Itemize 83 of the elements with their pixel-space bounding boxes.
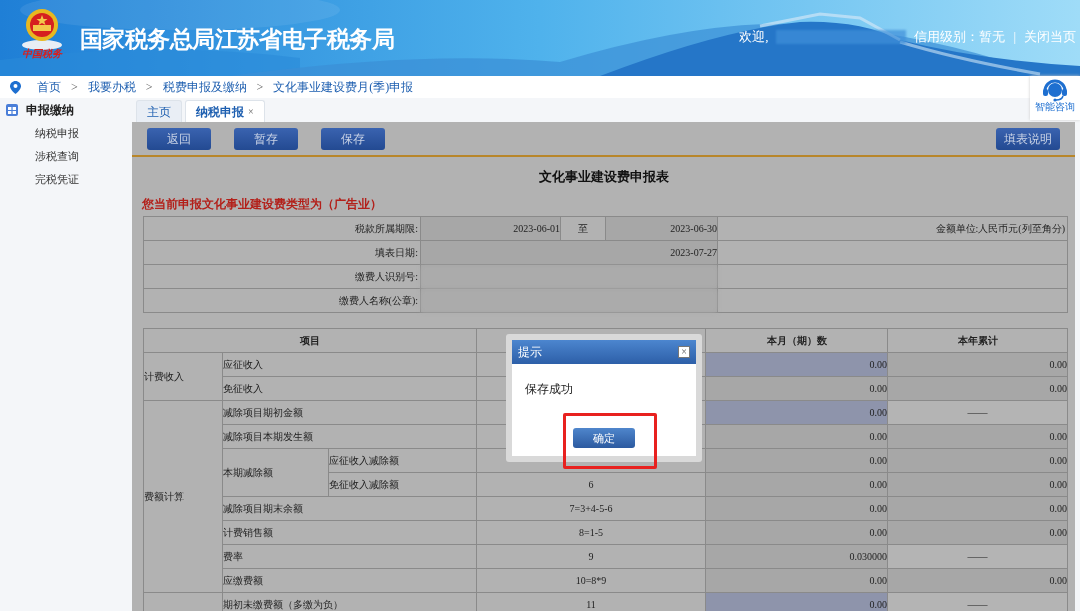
- sidebar-item[interactable]: 涉税查询: [0, 148, 132, 164]
- tab[interactable]: 主页: [136, 100, 182, 122]
- table-cell: 填表日期:: [143, 240, 421, 265]
- sidebar-item[interactable]: 纳税申报: [0, 125, 132, 141]
- notice-text: 您当前申报文化事业建设费类型为（广告业）: [142, 196, 383, 211]
- headset-icon[interactable]: [1042, 78, 1068, 102]
- table-cell: 0.030000: [705, 544, 888, 569]
- tab[interactable]: 纳税申报 ×: [185, 100, 265, 122]
- table-cell: 0.00: [705, 568, 888, 593]
- input-field[interactable]: 0.00: [705, 400, 888, 425]
- breadcrumb-link[interactable]: 我要办税: [87, 78, 136, 96]
- table-cell: 减除项目期初金额: [222, 400, 477, 425]
- table-cell: 7=3+4-5-6: [476, 496, 706, 521]
- logo-text: 中国税务: [22, 49, 62, 59]
- table-cell: 0.00: [705, 472, 888, 497]
- instructions-button[interactable]: 填表说明: [996, 127, 1060, 150]
- credit-level: 信用级别：暂无: [914, 28, 1006, 46]
- table-cell: 金额单位:人民币元(列至角分): [717, 216, 1068, 241]
- table-cell: 9: [476, 544, 706, 569]
- table-cell: 计费销售额: [222, 520, 477, 545]
- input-field[interactable]: 2023-07-27: [420, 240, 718, 265]
- sidebar-item[interactable]: 完税凭证: [0, 171, 132, 187]
- table-cell: 减除项目期末余额: [222, 496, 477, 521]
- breadcrumb-link[interactable]: 税费申报及缴纳: [162, 78, 247, 96]
- column-header: 项目: [143, 328, 477, 353]
- table-cell: 本期减除额: [222, 448, 329, 497]
- column-header: 本年累计: [887, 328, 1068, 353]
- table-cell: 应缴费额: [222, 568, 477, 593]
- table-cell: 8=1-5: [476, 520, 706, 545]
- separator: |: [1013, 28, 1016, 46]
- close-button[interactable]: ×: [678, 346, 690, 358]
- table-cell: 0.00: [887, 352, 1068, 377]
- table-cell: 缴费人名称(公章):: [143, 288, 421, 313]
- table-cell: 费额计算: [143, 400, 223, 593]
- input-field[interactable]: 2023-06-01: [420, 216, 561, 241]
- table-cell: 减除项目本期发生额: [222, 424, 477, 449]
- breadcrumb-link[interactable]: 文化事业建设费月(季)申报: [273, 78, 414, 96]
- table-cell: 缴费人识别号:: [143, 264, 421, 289]
- location-pin-icon: [10, 80, 21, 94]
- help-label[interactable]: 智能咨询: [1035, 102, 1075, 112]
- table-cell: 至: [560, 216, 606, 241]
- confirm-button[interactable]: 确定: [573, 428, 635, 448]
- input-field[interactable]: 2023-06-30: [605, 216, 718, 241]
- table-cell: 0.00: [705, 448, 888, 473]
- table-cell: 0.00: [887, 520, 1068, 545]
- breadcrumb-separator: >: [256, 79, 264, 96]
- table-cell: 0.00: [887, 496, 1068, 521]
- toolbar-button[interactable]: 暂存: [234, 127, 298, 150]
- table-cell: 0.00: [705, 424, 888, 449]
- column-header: 本月（期）数: [705, 328, 888, 353]
- toolbar-button[interactable]: 返回: [147, 127, 211, 150]
- table-cell: 免征收入减除额: [328, 472, 477, 497]
- table-cell: 0.00: [887, 424, 1068, 449]
- table-cell: 税款所属期限:: [143, 216, 421, 241]
- form-title: 文化事业建设费申报表: [537, 168, 670, 185]
- dialog-title: 提示: [518, 344, 542, 361]
- table-cell: 0.00: [705, 496, 888, 521]
- table-cell: 应征收入减除额: [328, 448, 477, 473]
- table-cell: 10=8*9: [476, 568, 706, 593]
- table-cell: 6: [476, 472, 706, 497]
- sidebar-heading: 申报缴纳: [26, 102, 74, 119]
- table-cell: 期初未缴费额（多缴为负）: [222, 592, 477, 611]
- table-cell: ——: [887, 544, 1068, 569]
- breadcrumb-link[interactable]: 首页: [37, 78, 61, 96]
- dialog-message: 保存成功: [525, 381, 574, 398]
- table-cell: ——: [887, 400, 1068, 425]
- table-cell: 0.00: [887, 472, 1068, 497]
- table-cell: 0.00: [887, 568, 1068, 593]
- table-cell: 应征收入: [222, 352, 477, 377]
- close-icon[interactable]: ×: [248, 104, 254, 119]
- table-cell: 0.00: [705, 376, 888, 401]
- table-cell: 计费收入: [143, 352, 223, 401]
- breadcrumb-separator: >: [71, 79, 78, 96]
- welcome-text: 欢迎,: [739, 28, 769, 46]
- table-cell: 免征收入: [222, 376, 477, 401]
- table-cell: 费率: [222, 544, 477, 569]
- table-cell: 0.00: [887, 376, 1068, 401]
- table-cell: 0.00: [887, 448, 1068, 473]
- toolbar-button[interactable]: 保存: [321, 127, 385, 150]
- breadcrumb-separator: >: [145, 79, 153, 96]
- table-cell: 0.00: [705, 520, 888, 545]
- site-title: 国家税务总局江苏省电子税务局: [80, 25, 394, 54]
- input-field[interactable]: 0.00: [705, 352, 888, 377]
